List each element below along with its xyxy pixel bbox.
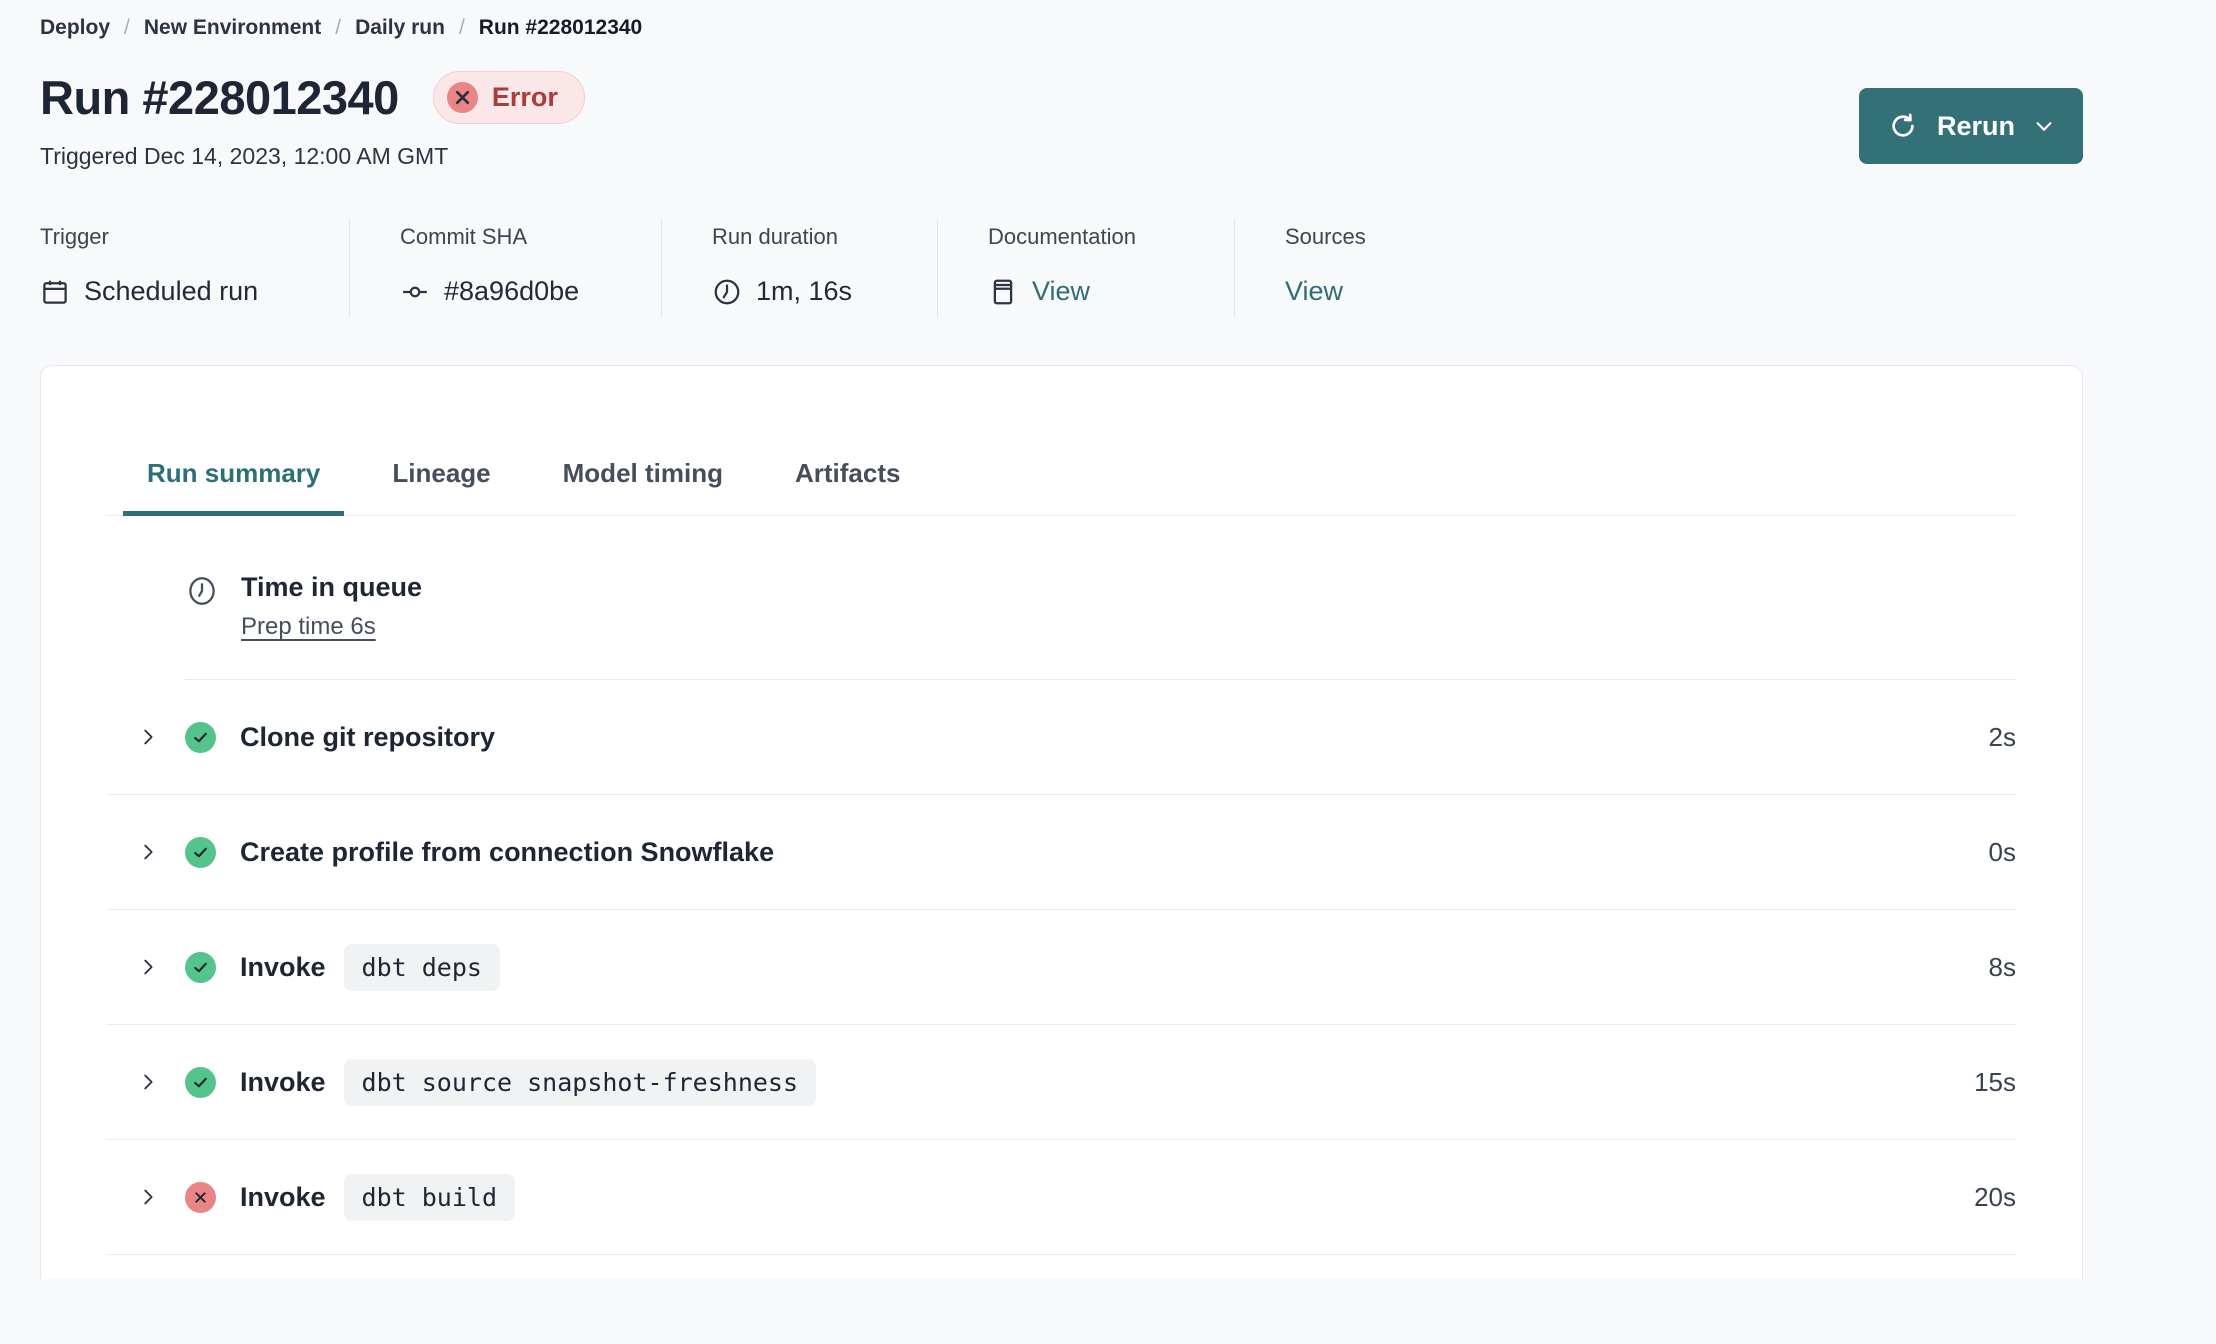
tab-run-summary[interactable]: Run summary <box>123 458 345 516</box>
meta-label: Documentation <box>988 224 1136 249</box>
step-label: Invoke <box>240 1066 326 1097</box>
tab-bar: Run summary Lineage Model timing Artifac… <box>107 458 2016 516</box>
commit-icon <box>400 277 430 307</box>
clock-icon <box>712 277 742 307</box>
success-icon <box>185 836 216 868</box>
step-duration: 20s <box>1974 1181 2016 1212</box>
chevron-right-icon[interactable] <box>137 1071 159 1093</box>
triggered-timestamp: Triggered Dec 14, 2023, 12:00 AM GMT <box>40 143 449 169</box>
meta-run-duration: Run duration 1m, 16s <box>661 220 937 317</box>
tab-lineage[interactable]: Lineage <box>368 458 514 516</box>
success-icon <box>185 1066 216 1098</box>
meta-documentation: Documentation View <box>937 220 1234 317</box>
run-summary-card: Run summary Lineage Model timing Artifac… <box>40 365 2083 1279</box>
trigger-value: Scheduled run <box>84 276 259 306</box>
refresh-icon <box>1887 110 1919 142</box>
step-duration: 8s <box>1988 951 2016 982</box>
step-label: Invoke <box>240 1181 326 1212</box>
run-step-clone-git[interactable]: Clone git repository 2s <box>107 680 2016 795</box>
success-icon <box>185 721 216 753</box>
breadcrumb-job[interactable]: Daily run <box>355 16 445 40</box>
breadcrumb-deploy[interactable]: Deploy <box>40 16 110 40</box>
status-badge-label: Error <box>491 82 558 112</box>
meta-label: Run duration <box>712 224 838 249</box>
chevron-right-icon[interactable] <box>137 726 159 748</box>
error-icon <box>185 1181 216 1213</box>
time-in-queue-section: Time in queue Prep time 6s <box>185 572 2016 680</box>
meta-label: Commit SHA <box>400 224 528 249</box>
sources-view-link[interactable]: View <box>1285 276 1343 307</box>
commit-sha-value: #8a96d0be <box>444 276 580 306</box>
step-label: Clone git repository <box>240 721 496 752</box>
tab-model-timing[interactable]: Model timing <box>539 458 747 516</box>
calendar-icon <box>40 277 70 307</box>
run-step-dbt-build[interactable]: Invoke dbt build 20s <box>107 1140 2016 1255</box>
step-label: Create profile from connection Snowflake <box>240 836 775 867</box>
success-icon <box>185 951 216 983</box>
rerun-button[interactable]: Rerun <box>1858 88 2083 164</box>
run-duration-value: 1m, 16s <box>756 276 853 306</box>
breadcrumb-separator: / <box>458 16 465 39</box>
run-step-create-profile[interactable]: Create profile from connection Snowflake… <box>107 795 2016 910</box>
step-duration: 0s <box>1988 836 2016 867</box>
status-badge: Error <box>432 71 585 124</box>
chevron-right-icon[interactable] <box>137 841 159 863</box>
meta-commit-sha: Commit SHA #8a96d0be <box>349 220 661 317</box>
run-metadata: Trigger Scheduled run Commit SHA #8a96d0… <box>40 220 2083 317</box>
step-duration: 15s <box>1974 1066 2016 1097</box>
tab-artifacts[interactable]: Artifacts <box>771 458 924 516</box>
run-step-source-freshness[interactable]: Invoke dbt source snapshot-freshness 15s <box>107 1025 2016 1140</box>
documentation-view-link[interactable]: View <box>1032 276 1090 307</box>
run-detail-page: Deploy / New Environment / Daily run / R… <box>0 0 2216 1279</box>
prep-time-link[interactable]: Prep time 6s <box>241 613 376 641</box>
breadcrumb-current-run: Run #228012340 <box>478 16 643 39</box>
meta-label: Trigger <box>40 224 109 249</box>
time-in-queue-title: Time in queue <box>241 572 423 602</box>
step-duration: 2s <box>1988 721 2016 752</box>
document-icon <box>988 277 1018 307</box>
command-chip: dbt build <box>343 1173 516 1221</box>
meta-trigger: Trigger Scheduled run <box>40 220 349 317</box>
run-header: Run #228012340 Error Triggered Dec 14, 2… <box>40 70 2083 170</box>
breadcrumb-separator: / <box>335 16 342 39</box>
chevron-down-icon <box>2033 115 2055 137</box>
error-icon <box>446 82 478 113</box>
command-chip: dbt source snapshot-freshness <box>343 1058 817 1106</box>
page-title: Run #228012340 <box>40 71 399 124</box>
step-label: Invoke <box>240 951 326 982</box>
meta-sources: Sources View <box>1234 220 1366 317</box>
clock-icon <box>185 574 219 641</box>
chevron-right-icon[interactable] <box>137 1186 159 1208</box>
breadcrumb-environment[interactable]: New Environment <box>144 16 321 40</box>
run-step-dbt-deps[interactable]: Invoke dbt deps 8s <box>107 910 2016 1025</box>
breadcrumb: Deploy / New Environment / Daily run / R… <box>40 16 2216 40</box>
command-chip: dbt deps <box>343 943 500 991</box>
breadcrumb-separator: / <box>124 16 130 39</box>
meta-label: Sources <box>1285 224 1366 249</box>
chevron-right-icon[interactable] <box>137 956 159 978</box>
rerun-button-label: Rerun <box>1936 110 2015 141</box>
